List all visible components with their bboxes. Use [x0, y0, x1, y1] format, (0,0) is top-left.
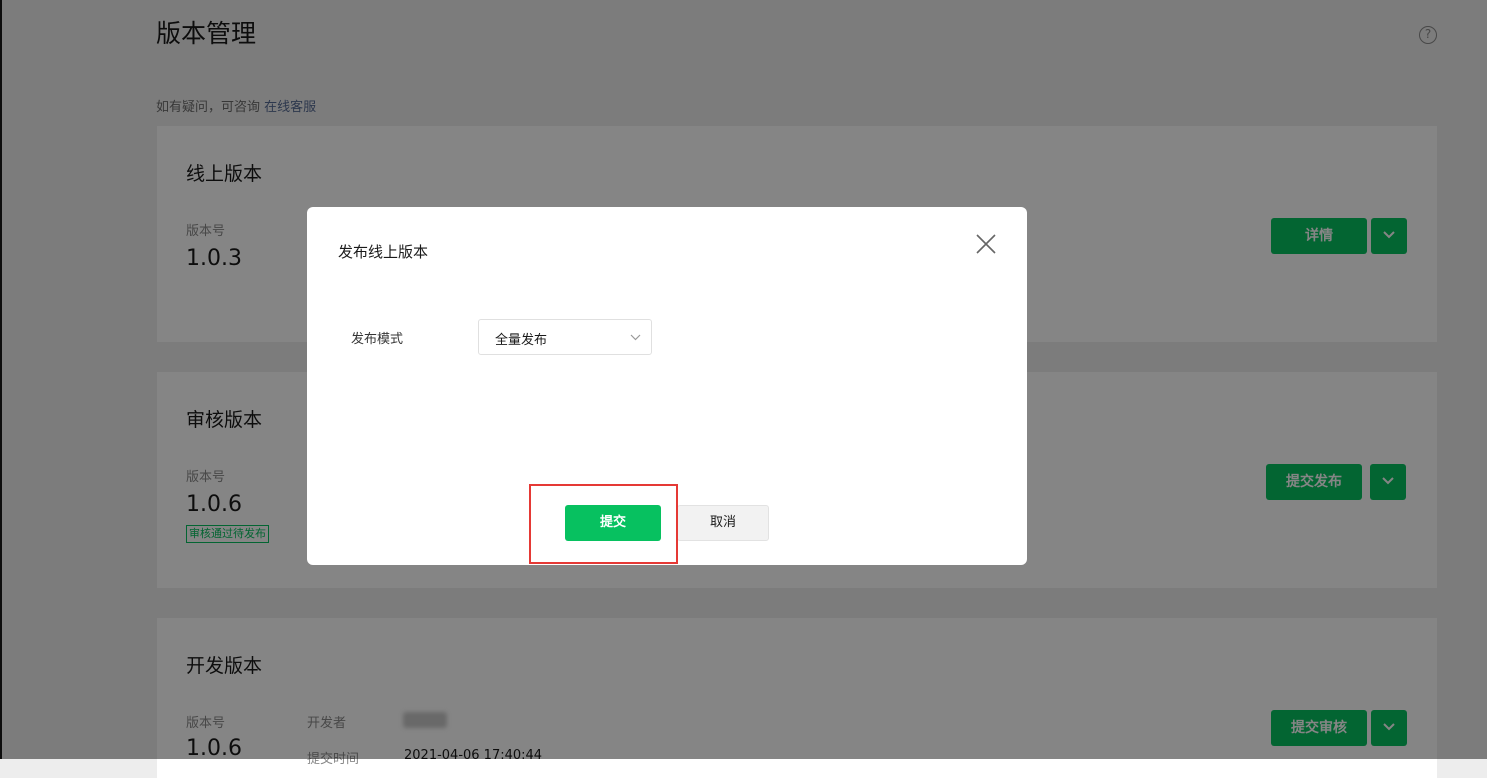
- publish-mode-label: 发布模式: [351, 332, 404, 347]
- cancel-button[interactable]: 取消: [677, 505, 769, 541]
- select-value: 全量发布: [495, 333, 548, 348]
- highlight-box: [529, 484, 678, 564]
- dialog-title: 发布线上版本: [338, 243, 429, 261]
- publish-mode-select[interactable]: 全量发布: [478, 319, 652, 355]
- chevron-down-icon: [630, 334, 641, 341]
- close-icon[interactable]: [975, 233, 997, 255]
